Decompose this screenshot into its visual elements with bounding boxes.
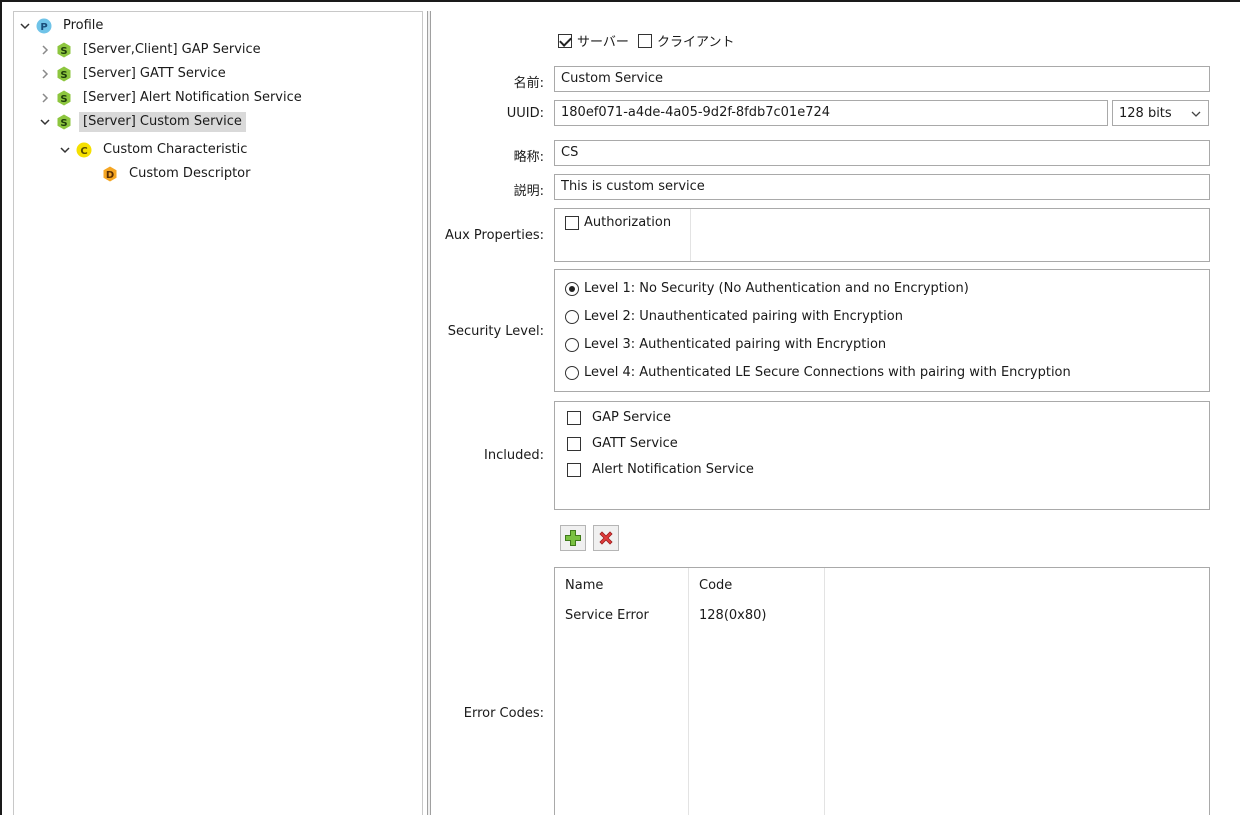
service-badge-letter: S	[60, 118, 67, 129]
descriptor-badge-letter: D	[106, 170, 114, 181]
tree-item-custom-service[interactable]: S [Server] Custom Service	[38, 111, 246, 133]
chevron-down-icon[interactable]	[18, 15, 32, 37]
radio-unselected-icon[interactable]	[565, 365, 579, 380]
tree-item-label: [Server] Custom Service	[79, 112, 246, 132]
server-checkbox-label: サーバー	[577, 35, 629, 50]
service-icon: S	[56, 114, 72, 130]
aux-column-divider	[690, 209, 691, 261]
tree-item-profile[interactable]: P Profile	[18, 15, 107, 37]
characteristic-badge-letter: C	[80, 146, 87, 157]
checkbox-unchecked-icon[interactable]	[565, 215, 579, 230]
security-level-option-label: Level 1: No Security (No Authentication …	[584, 281, 969, 296]
radio-unselected-icon[interactable]	[565, 309, 579, 324]
uuid-label: UUID:	[506, 106, 544, 121]
checkbox-unchecked-icon[interactable]	[638, 33, 652, 48]
security-level-label: Security Level:	[447, 324, 544, 339]
error-code-name-cell[interactable]: Service Error	[565, 608, 649, 623]
security-level-option-label: Level 2: Unauthenticated pairing with En…	[584, 309, 903, 324]
security-level-4-radio[interactable]: Level 4: Authenticated LE Secure Connect…	[565, 365, 1071, 380]
security-level-box: Level 1: No Security (No Authentication …	[554, 269, 1210, 392]
radio-selected-icon[interactable]	[565, 281, 579, 296]
column-header-name[interactable]: Name	[565, 578, 603, 593]
uuid-field[interactable]: 180ef071-a4de-4a05-9d2f-8fdb7c01e724	[554, 100, 1108, 126]
authorization-checkbox[interactable]: Authorization	[565, 215, 671, 230]
chevron-right-icon[interactable]	[38, 87, 52, 109]
service-badge-letter: S	[60, 70, 67, 81]
security-level-2-radio[interactable]: Level 2: Unauthenticated pairing with En…	[565, 309, 903, 324]
delete-icon	[599, 531, 613, 545]
tree-item-label: [Server] GATT Service	[83, 66, 226, 81]
descriptor-icon: D	[102, 166, 118, 182]
service-badge-letter: S	[60, 94, 67, 105]
server-checkbox[interactable]: サーバー	[558, 31, 629, 50]
tree-item-label: [Server] Alert Notification Service	[83, 90, 302, 105]
tree-item-label: Custom Descriptor	[129, 166, 251, 181]
short-name-field[interactable]: CS	[554, 140, 1210, 166]
profile-badge-letter: P	[40, 22, 47, 33]
included-alert-notification-checkbox[interactable]: Alert Notification Service	[567, 462, 754, 477]
name-field[interactable]: Custom Service	[554, 66, 1210, 92]
security-level-option-label: Level 4: Authenticated LE Secure Connect…	[584, 365, 1071, 380]
checkbox-unchecked-icon[interactable]	[567, 462, 581, 477]
service-badge-letter: S	[60, 46, 67, 57]
tree-item-alert-notification-service[interactable]: S [Server] Alert Notification Service	[38, 87, 306, 109]
included-services-box: GAP Service GATT Service Alert Notificat…	[554, 401, 1210, 510]
column-header-code[interactable]: Code	[699, 578, 732, 593]
service-properties-form: サーバー クライアント 名前: Custom Service UUID: 180…	[432, 11, 1240, 815]
error-codes-label: Error Codes:	[463, 706, 544, 721]
characteristic-icon: C	[76, 142, 92, 158]
service-icon: S	[56, 66, 72, 82]
aux-properties-box: Authorization	[554, 208, 1210, 262]
column-divider	[824, 568, 825, 815]
included-item-label: GATT Service	[592, 436, 678, 451]
tree-item-custom-characteristic[interactable]: C Custom Characteristic	[58, 139, 251, 161]
remove-error-code-button[interactable]	[593, 525, 619, 551]
tree-item-gatt-service[interactable]: S [Server] GATT Service	[38, 63, 230, 85]
chevron-down-icon[interactable]	[58, 139, 72, 161]
chevron-right-icon[interactable]	[38, 63, 52, 85]
included-item-label: Alert Notification Service	[592, 462, 754, 477]
tree-item-label: [Server,Client] GAP Service	[83, 42, 261, 57]
included-gatt-service-checkbox[interactable]: GATT Service	[567, 436, 678, 451]
description-field[interactable]: This is custom service	[554, 174, 1210, 200]
uuid-bits-select[interactable]: 128 bits	[1112, 100, 1209, 126]
tree-item-label: Profile	[63, 18, 104, 33]
tree-item-gap-service[interactable]: S [Server,Client] GAP Service	[38, 39, 265, 61]
security-level-option-label: Level 3: Authenticated pairing with Encr…	[584, 337, 887, 352]
security-level-3-radio[interactable]: Level 3: Authenticated pairing with Encr…	[565, 337, 886, 352]
plus-icon	[565, 530, 581, 546]
chevron-down-icon	[1191, 111, 1201, 117]
profile-tree[interactable]: P Profile S [Server,Client] GAP Service …	[13, 11, 423, 815]
aux-properties-label: Aux Properties:	[444, 228, 544, 243]
checkbox-unchecked-icon[interactable]	[567, 436, 581, 451]
checkbox-unchecked-icon[interactable]	[567, 410, 581, 425]
error-code-value-cell[interactable]: 128(0x80)	[699, 608, 766, 623]
tree-item-custom-descriptor[interactable]: D Custom Descriptor	[102, 163, 254, 185]
name-label: 名前:	[513, 76, 544, 91]
tree-item-label: Custom Characteristic	[103, 142, 248, 157]
included-item-label: GAP Service	[592, 410, 671, 425]
chevron-right-icon[interactable]	[38, 39, 52, 61]
client-checkbox-label: クライアント	[657, 35, 735, 50]
add-error-code-button[interactable]	[560, 525, 586, 551]
chevron-down-icon[interactable]	[38, 111, 52, 133]
included-label: Included:	[484, 448, 544, 463]
security-level-1-radio[interactable]: Level 1: No Security (No Authentication …	[565, 281, 969, 296]
short-name-label: 略称:	[513, 150, 544, 165]
description-label: 説明:	[513, 184, 544, 199]
checkbox-checked-icon[interactable]	[558, 33, 572, 48]
pane-splitter[interactable]	[427, 11, 431, 815]
client-checkbox[interactable]: クライアント	[638, 31, 734, 50]
profile-icon: P	[36, 18, 52, 34]
uuid-bits-value: 128 bits	[1119, 105, 1172, 121]
included-gap-service-checkbox[interactable]: GAP Service	[567, 410, 671, 425]
radio-unselected-icon[interactable]	[565, 337, 579, 352]
authorization-label: Authorization	[584, 215, 672, 230]
error-codes-table[interactable]: Name Code Service Error 128(0x80)	[554, 567, 1210, 815]
service-icon: S	[56, 42, 72, 58]
service-icon: S	[56, 90, 72, 106]
column-divider	[688, 568, 689, 815]
